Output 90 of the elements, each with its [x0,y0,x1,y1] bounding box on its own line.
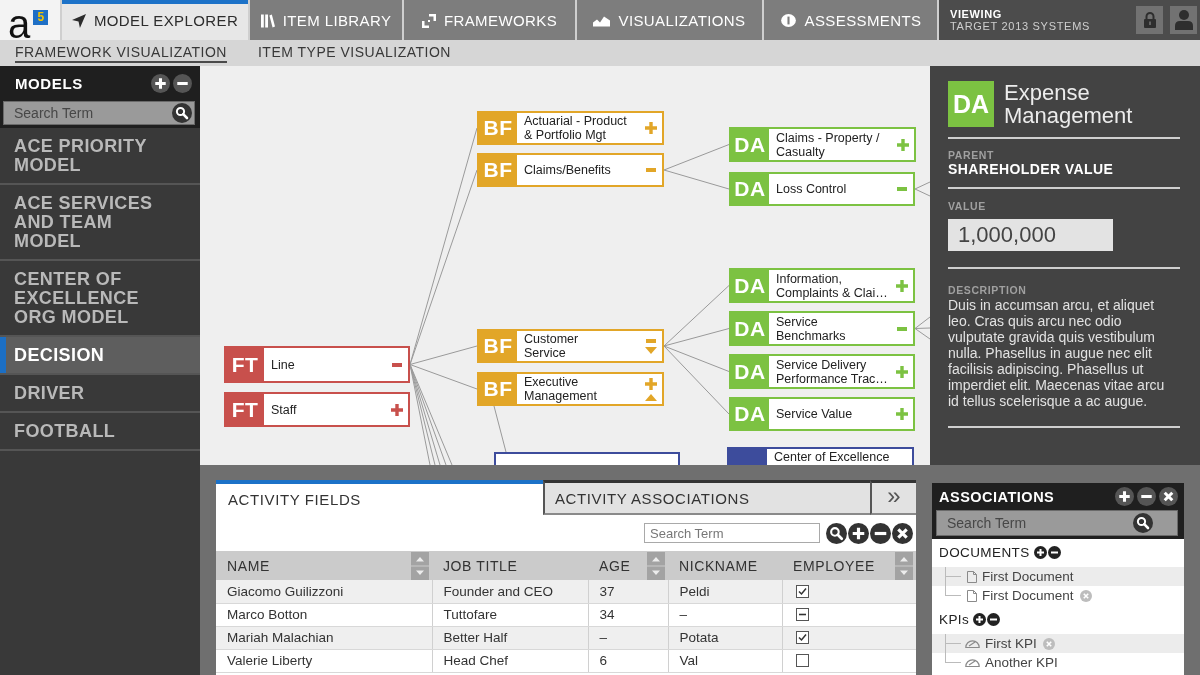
minus-icon[interactable] [1047,545,1061,559]
table-cell: Peldi [668,580,782,603]
checkbox[interactable] [795,654,809,667]
viewing-value: TARGET 2013 SYSTEMS [950,20,1092,32]
search-input[interactable]: Search Term [947,513,1133,533]
search-field[interactable]: Search Term [3,101,195,125]
minus-icon[interactable] [870,522,891,544]
panel-title: ASSOCIATIONS [939,488,1055,505]
item-badge: DA [948,81,994,127]
area-chart-icon [593,14,611,27]
table-cell: Mariah Malachian [216,626,432,649]
table-cell: Potata [668,626,782,649]
search-icon[interactable] [172,103,192,123]
navigation-arrow-icon [71,13,86,28]
description-text: Duis in accumsan arcu, et aliquet leo. Cras quis arcu nec odio vulputate gravida quis vestibulum nulla. Phasellus in augue nec elit facilisis adipiscing. Phasellus ut imperdiet elit. Maecenas vitae arcu id tellus scelerisque a ac augue. [948,297,1166,409]
column-header: JOB TITLE [443,556,518,575]
gauge-icon [965,658,980,667]
logo-badge: 5 [33,10,49,25]
nav-tab[interactable]: ASSESSMENTS [764,0,937,40]
document-icon [967,589,977,602]
group-label: DOCUMENTS [939,544,1030,560]
nav-tab[interactable]: ITEM LIBRARY [250,0,402,40]
table-cell: 37 [588,580,668,603]
item-title: Expense Management [1004,81,1134,127]
field-label: VALUE [948,200,986,212]
split-circle-icon [779,14,797,27]
books-icon [260,13,275,28]
corner-arrows-icon [421,13,436,28]
nav-tab[interactable]: FRAMEWORKS [404,0,575,40]
more-tabs-button[interactable]: » [870,480,916,515]
group-label: KPIs [939,611,970,627]
user-icon [1174,10,1193,30]
nav-tab[interactable]: VISUALIZATIONS [577,0,762,40]
node-badge: FT [226,394,264,425]
viewing-label: VIEWING [950,8,1003,20]
nav-tab[interactable]: MODEL EXPLORER [62,0,248,40]
panel-tab[interactable]: ACTIVITY ASSOCIATIONS [543,480,870,515]
logo-letter: a [8,8,31,40]
node-badge: FT [226,348,264,381]
search-icon[interactable] [1133,513,1153,533]
table-cell: 34 [588,603,668,626]
field-label: PARENT [948,149,994,161]
subnav-link[interactable]: FRAMEWORK VISUALIZATION [15,43,227,63]
table-cell: Marco Botton [216,603,432,626]
close-icon[interactable] [1159,487,1178,506]
user-button[interactable] [1170,6,1197,34]
minus-icon[interactable] [1137,487,1156,506]
lock-button[interactable] [1136,6,1163,34]
table-cell: Head Chef [432,649,588,672]
minus-icon[interactable] [173,73,192,93]
table-cell: Tuttofare [432,603,588,626]
tree-item[interactable]: Another KPI [985,655,1058,670]
gauge-icon [965,639,980,648]
plus-icon[interactable] [848,522,869,544]
search-icon[interactable] [826,522,847,544]
close-icon[interactable] [892,522,913,544]
subnav-link[interactable]: ITEM TYPE VISUALIZATION [257,43,451,63]
table-cell: 6 [588,649,668,672]
column-header: EMPLOYEE [793,556,875,575]
plus-icon[interactable] [1115,487,1134,506]
column-header: NAME [227,556,270,575]
table-cell: Giacomo Guilizzoni [216,580,432,603]
search-field[interactable]: Search Term [644,523,820,543]
field-label: DESCRIPTION [948,284,1027,296]
node-label: Staff [270,402,298,417]
tree-item[interactable]: First KPI [985,636,1037,651]
table-cell: Val [668,649,782,672]
sidebar-item[interactable]: DECISION [0,337,200,375]
tree-item[interactable]: First Document [982,588,1074,603]
plus-icon[interactable] [973,612,987,626]
table-cell: Founder and CEO [432,580,588,603]
lock-icon [1143,12,1156,28]
minus-icon[interactable] [987,612,1001,626]
table-cell: Valerie Liberty [216,649,432,672]
table-cell: Better Half [432,626,588,649]
parent-value: SHAREHOLDER VALUE [948,161,1114,177]
plus-icon[interactable] [151,73,170,93]
column-header: AGE [599,556,631,575]
column-header: NICKNAME [679,556,758,575]
node-label: Line [270,357,296,372]
table-cell: – [668,603,782,626]
sidebar-title: MODELS [15,74,83,92]
plus-icon[interactable] [1033,545,1047,559]
checkbox[interactable] [795,608,809,621]
checkbox[interactable] [795,631,809,644]
checkbox[interactable] [795,584,809,598]
document-icon [967,570,977,583]
value-field[interactable]: 1,000,000 [948,219,1113,251]
table-cell: – [588,626,668,649]
search-field[interactable]: Search Term [936,510,1178,536]
